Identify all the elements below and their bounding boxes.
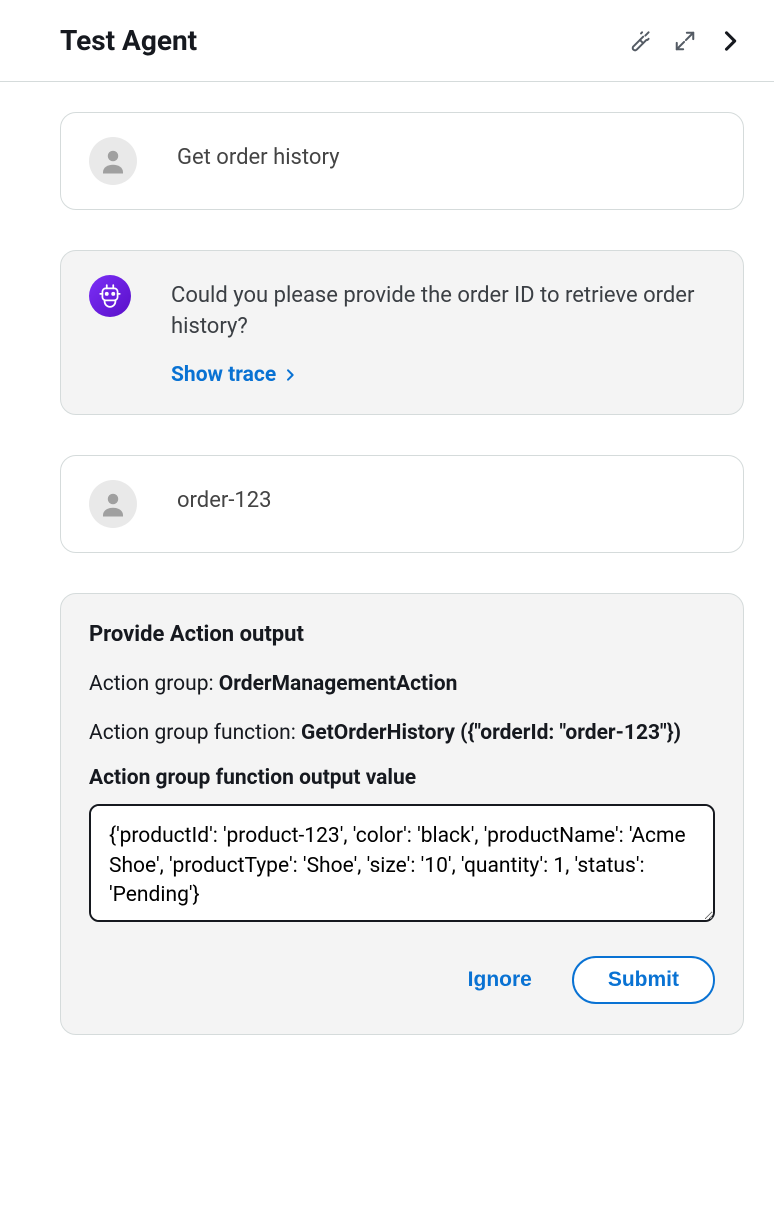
clear-icon[interactable] [628,28,654,54]
message-text: order-123 [177,480,715,517]
header-toolbar [628,27,744,55]
action-group-label: Action group: [89,672,219,696]
action-output-panel: Provide Action output Action group: Orde… [60,593,744,1035]
user-avatar-icon [89,137,137,185]
message-text: Could you please provide the order ID to… [171,281,715,343]
action-function-label: Action group function: [89,721,301,745]
expand-icon[interactable] [674,30,696,52]
message-body: Could you please provide the order ID to… [171,275,715,390]
chevron-right-icon [282,367,298,383]
agent-message: Could you please provide the order ID to… [60,250,744,415]
action-panel-title: Provide Action output [89,622,715,647]
show-trace-link[interactable]: Show trace [171,361,298,390]
action-buttons-row: Ignore Submit [89,956,715,1004]
user-message: order-123 [60,455,744,553]
action-function-row: Action group function: GetOrderHistory (… [89,718,715,748]
chat-content: Get order history Could you please provi… [0,82,774,1065]
action-group-row: Action group: OrderManagementAction [89,669,715,699]
show-trace-label: Show trace [171,361,276,390]
user-avatar-icon [89,480,137,528]
page-title: Test Agent [60,24,197,57]
panel-header: Test Agent [0,0,774,82]
output-value-textarea[interactable] [89,804,715,922]
agent-avatar-icon [89,275,131,317]
action-group-value: OrderManagementAction [219,672,458,696]
action-function-value: GetOrderHistory ({"orderId: "order-123"}… [301,721,681,745]
ignore-button[interactable]: Ignore [456,958,544,1002]
user-message: Get order history [60,112,744,210]
message-text: Get order history [177,137,715,174]
chevron-right-icon[interactable] [716,27,744,55]
submit-button[interactable]: Submit [572,956,715,1004]
output-value-label: Action group function output value [89,766,715,790]
